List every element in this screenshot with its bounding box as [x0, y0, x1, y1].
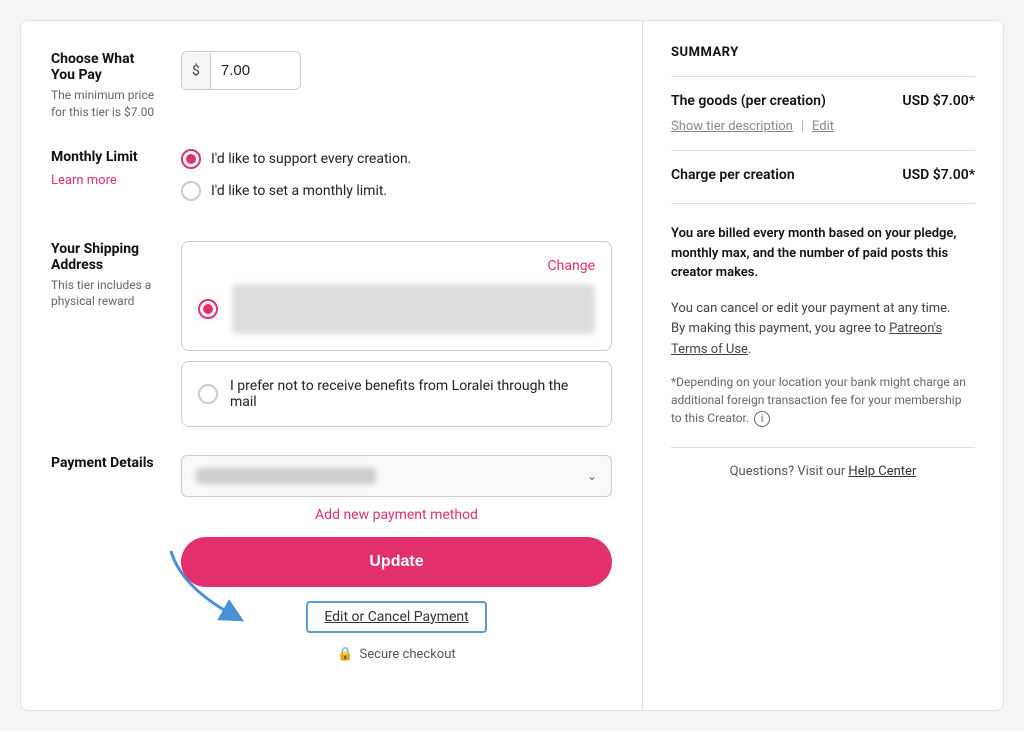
learn-more-link[interactable]: Learn more	[51, 173, 117, 188]
payment-content: ⌄ Add new payment method Update Edit	[181, 455, 612, 662]
right-panel: SUMMARY The goods (per creation) USD $7.…	[643, 21, 1003, 710]
payment-section: Payment Details ⌄ Add new payment method…	[51, 455, 612, 662]
monthly-limit-section: Monthly Limit Learn more I'd like to sup…	[51, 149, 612, 213]
radio-monthly-limit[interactable]: I'd like to set a monthly limit.	[181, 181, 612, 201]
summary-links: Show tier description | Edit	[671, 119, 975, 151]
choose-pay-content: $	[181, 51, 612, 90]
summary-title: SUMMARY	[671, 45, 975, 77]
monthly-limit-title: Monthly Limit	[51, 149, 161, 165]
change-link[interactable]: Change	[548, 258, 595, 274]
choose-pay-title: Choose What You Pay	[51, 51, 161, 83]
help-center-text: Questions? Visit our Help Center	[671, 464, 975, 479]
help-center-link[interactable]: Help Center	[848, 464, 916, 479]
goods-label: The goods (per creation)	[671, 93, 826, 109]
billing-info: You are billed every month based on your…	[671, 224, 975, 283]
show-tier-link[interactable]: Show tier description	[671, 119, 793, 134]
add-payment-link[interactable]: Add new payment method	[181, 507, 612, 523]
edit-cancel-wrapper: Edit or Cancel Payment	[181, 601, 612, 633]
shipping-title: Your Shipping Address	[51, 241, 161, 273]
address-card-header: Change	[198, 258, 595, 274]
radio-every-creation-circle	[181, 149, 201, 169]
address-card: Change	[181, 241, 612, 351]
address-radio-circle	[198, 299, 218, 319]
choose-pay-description: The minimum price for this tier is $7.00	[51, 87, 161, 121]
charge-label: Charge per creation	[671, 167, 795, 183]
shipping-label: Your Shipping Address This tier includes…	[51, 241, 161, 311]
terms-cancel-text: You can cancel or edit your payment at a…	[671, 301, 950, 316]
charge-value: USD $7.00*	[902, 167, 975, 183]
goods-row: The goods (per creation) USD $7.00*	[671, 93, 975, 109]
no-benefits-radio-circle	[198, 384, 218, 404]
radio-every-creation[interactable]: I'd like to support every creation.	[181, 149, 612, 169]
payment-title: Payment Details	[51, 455, 161, 471]
blue-arrow-annotation	[161, 546, 261, 626]
currency-symbol: $	[182, 53, 211, 89]
shipping-content: Change I prefer not to receive benefits …	[181, 241, 612, 427]
edit-cancel-link[interactable]: Edit or Cancel Payment	[306, 601, 486, 633]
terms-text-1: You can cancel or edit your payment at a…	[671, 299, 975, 361]
price-input[interactable]	[211, 52, 291, 89]
shipping-description: This tier includes a physical reward	[51, 277, 161, 311]
charge-row: Charge per creation USD $7.00*	[671, 167, 975, 204]
secure-checkout-text: Secure checkout	[360, 647, 456, 662]
summary-divider: |	[801, 119, 804, 134]
monthly-limit-content: I'd like to support every creation. I'd …	[181, 149, 612, 213]
address-card-body	[198, 284, 595, 334]
price-input-wrapper: $	[181, 51, 301, 90]
checkout-container: Choose What You Pay The minimum price fo…	[20, 20, 1004, 711]
edit-link[interactable]: Edit	[812, 119, 834, 134]
footnote-text: *Depending on your location your bank mi…	[671, 373, 975, 448]
radio-monthly-limit-circle	[181, 181, 201, 201]
no-benefits-text: I prefer not to receive benefits from Lo…	[230, 378, 595, 410]
payment-label: Payment Details	[51, 455, 161, 475]
secure-checkout: 🔒 Secure checkout	[181, 647, 612, 662]
terms-link[interactable]: Patreon's Terms of Use	[671, 321, 942, 357]
payment-blurred	[196, 468, 376, 484]
shipping-section: Your Shipping Address This tier includes…	[51, 241, 612, 427]
payment-dropdown[interactable]: ⌄	[181, 455, 612, 497]
monthly-limit-label: Monthly Limit Learn more	[51, 149, 161, 188]
radio-every-creation-label: I'd like to support every creation.	[211, 151, 411, 167]
address-blurred	[232, 284, 595, 334]
left-panel: Choose What You Pay The minimum price fo…	[21, 21, 643, 710]
info-icon: i	[754, 411, 770, 427]
chevron-down-icon: ⌄	[587, 469, 597, 483]
lock-icon: 🔒	[337, 647, 353, 662]
no-benefits-card[interactable]: I prefer not to receive benefits from Lo…	[181, 361, 612, 427]
choose-pay-section: Choose What You Pay The minimum price fo…	[51, 51, 612, 121]
goods-value: USD $7.00*	[902, 93, 975, 109]
radio-monthly-limit-label: I'd like to set a monthly limit.	[211, 183, 387, 199]
choose-pay-label: Choose What You Pay The minimum price fo…	[51, 51, 161, 121]
